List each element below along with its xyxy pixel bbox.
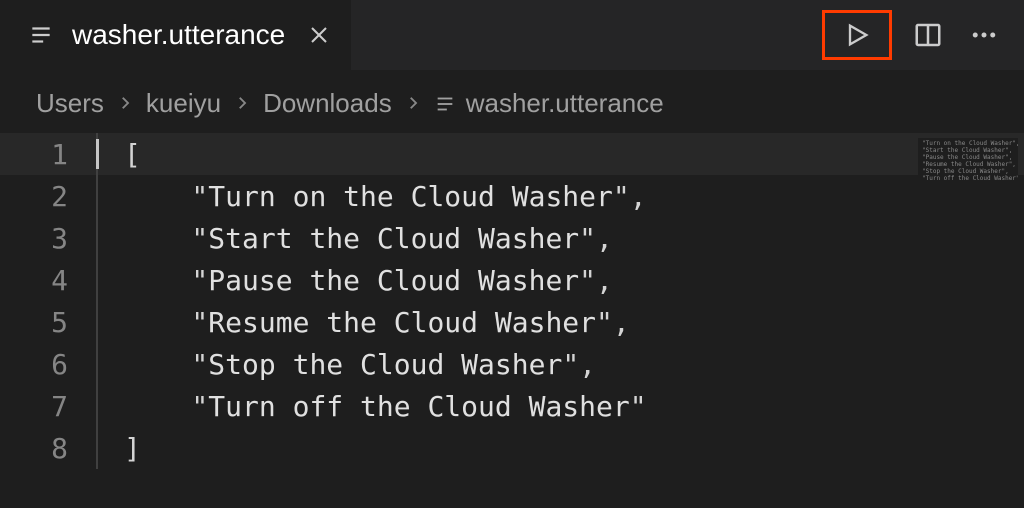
- line-number: 7: [0, 390, 96, 423]
- line-content: "Turn off the Cloud Washer": [124, 390, 647, 423]
- line-content: "Stop the Cloud Washer",: [124, 348, 596, 381]
- tab-left: washer.utterance: [0, 0, 351, 70]
- line-number: 2: [0, 180, 96, 213]
- line-gutter: [96, 259, 124, 301]
- line-content: "Resume the Cloud Washer",: [124, 306, 630, 339]
- line-gutter: [96, 133, 124, 175]
- breadcrumb-item[interactable]: washer.utterance: [434, 88, 664, 119]
- code-editor[interactable]: 1[2 "Turn on the Cloud Washer",3 "Start …: [0, 129, 1024, 469]
- breadcrumb-label: Users: [36, 88, 104, 119]
- chevron-right-icon: [233, 88, 251, 119]
- line-gutter: [96, 385, 124, 427]
- breadcrumb-label: Downloads: [263, 88, 392, 119]
- line-content: ]: [124, 432, 141, 465]
- breadcrumb-label: kueiyu: [146, 88, 221, 119]
- line-content: [: [124, 138, 141, 171]
- line-number: 8: [0, 432, 96, 465]
- line-content: "Turn on the Cloud Washer",: [124, 180, 647, 213]
- breadcrumb-item[interactable]: Users: [36, 88, 104, 119]
- minimap[interactable]: "Turn on the Cloud Washer", "Start the C…: [918, 138, 1018, 198]
- tab-bar: washer.utterance: [0, 0, 1024, 70]
- tab-title: washer.utterance: [72, 19, 285, 51]
- line-content: "Pause the Cloud Washer",: [124, 264, 613, 297]
- more-actions-icon[interactable]: [964, 15, 1004, 55]
- tab-actions: [822, 10, 1004, 60]
- breadcrumb-label: washer.utterance: [466, 88, 664, 119]
- line-content: "Start the Cloud Washer",: [124, 222, 613, 255]
- editor-tab[interactable]: washer.utterance: [0, 0, 351, 70]
- line-gutter: [96, 427, 124, 469]
- breadcrumb-item[interactable]: Downloads: [263, 88, 392, 119]
- line-gutter: [96, 175, 124, 217]
- line-number: 5: [0, 306, 96, 339]
- code-line[interactable]: 2 "Turn on the Cloud Washer",: [0, 175, 1024, 217]
- line-number: 1: [0, 138, 96, 171]
- code-line[interactable]: 7 "Turn off the Cloud Washer": [0, 385, 1024, 427]
- breadcrumb: Users kueiyu Downloads washer.utterance: [0, 70, 1024, 129]
- close-icon[interactable]: [303, 19, 335, 51]
- code-line[interactable]: 5 "Resume the Cloud Washer",: [0, 301, 1024, 343]
- code-line[interactable]: 4 "Pause the Cloud Washer",: [0, 259, 1024, 301]
- chevron-right-icon: [116, 88, 134, 119]
- code-line[interactable]: 6 "Stop the Cloud Washer",: [0, 343, 1024, 385]
- file-icon: [434, 93, 456, 115]
- split-editor-icon[interactable]: [908, 15, 948, 55]
- line-gutter: [96, 343, 124, 385]
- line-number: 6: [0, 348, 96, 381]
- line-gutter: [96, 217, 124, 259]
- breadcrumb-item[interactable]: kueiyu: [146, 88, 221, 119]
- file-icon: [28, 22, 54, 48]
- line-number: 3: [0, 222, 96, 255]
- run-button[interactable]: [822, 10, 892, 60]
- chevron-right-icon: [404, 88, 422, 119]
- code-line[interactable]: 3 "Start the Cloud Washer",: [0, 217, 1024, 259]
- line-number: 4: [0, 264, 96, 297]
- line-gutter: [96, 301, 124, 343]
- code-line[interactable]: 8]: [0, 427, 1024, 469]
- code-line[interactable]: 1[: [0, 133, 1024, 175]
